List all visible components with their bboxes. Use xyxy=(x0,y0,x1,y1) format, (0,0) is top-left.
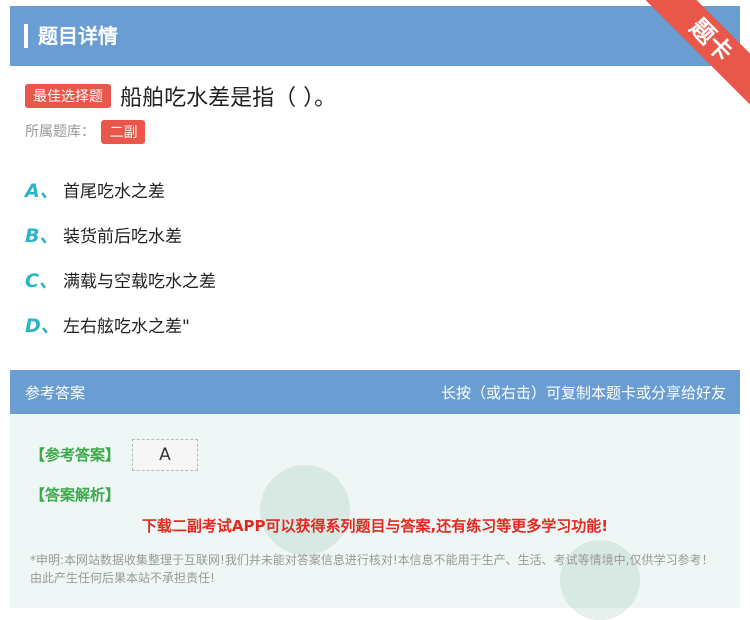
analysis-label: 【答案解析】 xyxy=(30,486,121,504)
option-text: 首尾吃水之差 xyxy=(63,182,165,202)
share-hint: 长按（或右击）可复制本题卡或分享给好友 xyxy=(440,384,726,402)
option-b[interactable]: B、 装货前后吃水差 xyxy=(25,221,182,248)
option-letter: C、 xyxy=(25,270,58,292)
option-text: 左右舷吃水之差" xyxy=(63,317,190,337)
page-title: 题目详情 xyxy=(38,24,118,48)
option-letter: A、 xyxy=(25,180,59,202)
question-row: 最佳选择题 船舶吃水差是指（ ）。 xyxy=(25,80,337,111)
ribbon-label: 题卡 xyxy=(645,0,750,106)
option-c[interactable]: C、 满载与空载吃水之差 xyxy=(25,266,216,293)
header-accent-bar xyxy=(24,24,28,48)
question-text: 船舶吃水差是指（ ）。 xyxy=(120,86,337,111)
question-card-ribbon[interactable]: 题卡 xyxy=(640,0,750,110)
app-download-promo[interactable]: 下载二副考试APP可以获得系列题目与答案,还有练习等更多学习功能! xyxy=(10,515,740,536)
bank-badge[interactable]: 二副 xyxy=(101,120,146,144)
watermark-logo xyxy=(260,465,350,555)
answer-panel: 参考答案 长按（或右击）可复制本题卡或分享给好友 【参考答案】 A 【答案解析】… xyxy=(10,370,740,620)
option-d[interactable]: D、 左右舷吃水之差" xyxy=(25,311,190,338)
page-header: 题目详情 xyxy=(10,6,740,66)
answer-panel-title: 参考答案 xyxy=(25,384,86,402)
option-text: 满载与空载吃水之差 xyxy=(63,272,216,292)
bank-label: 所属题库： xyxy=(25,124,95,140)
option-letter: B、 xyxy=(25,225,59,247)
answer-label: 【参考答案】 xyxy=(30,446,121,464)
answer-panel-header: 参考答案 长按（或右击）可复制本题卡或分享给好友 xyxy=(10,370,740,414)
option-text: 装货前后吃水差 xyxy=(63,227,182,247)
question-bank-row: 所属题库： 二副 xyxy=(25,120,146,144)
option-a[interactable]: A、 首尾吃水之差 xyxy=(25,176,165,203)
question-type-badge: 最佳选择题 xyxy=(25,84,111,108)
option-letter: D、 xyxy=(25,315,60,337)
disclaimer-text: *申明:本网站数据收集整理于互联网!我们并未能对答案信息进行核对!本信息不能用于… xyxy=(30,553,714,585)
answer-value: A xyxy=(132,439,198,471)
